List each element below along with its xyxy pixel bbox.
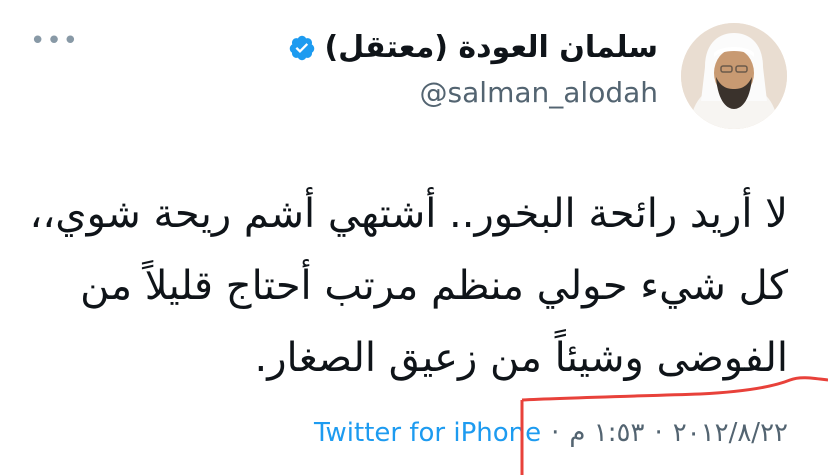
avatar[interactable] [681,23,787,129]
meta-separator: · [654,418,663,448]
tweet-line: الفوضى وشيئاً من زعيق الصغار. [254,335,788,381]
tweet-time[interactable]: ١:٥٣ م [569,418,644,448]
tweet-date[interactable]: ٢٠١٢/٨/٢٢ [673,418,788,448]
verified-badge-icon [290,35,315,60]
tweet-text: لا أريد رائحة البخور.. أشتهي أشم ريحة شو… [28,178,788,394]
tweet-source-link[interactable]: Twitter for iPhone [314,418,541,448]
meta-separator: · [551,418,560,448]
tweet-line: لا أريد رائحة البخور.. أشتهي أشم ريحة شو… [29,191,788,237]
tweet-line: كل شيء حولي منظم مرتب أحتاج قليلاً من [80,263,788,309]
more-options-icon[interactable]: ••• [30,26,79,56]
author-display-name[interactable]: سلمان العودة (معتقل) [324,30,658,65]
tweet-metadata: ٢٠١٢/٨/٢٢ · ١:٥٣ م · Twitter for iPhone [314,418,788,448]
author-name-row[interactable]: سلمان العودة (معتقل) [288,30,658,65]
author-handle[interactable]: @salman_alodah [420,76,658,109]
profile-photo [681,23,787,129]
